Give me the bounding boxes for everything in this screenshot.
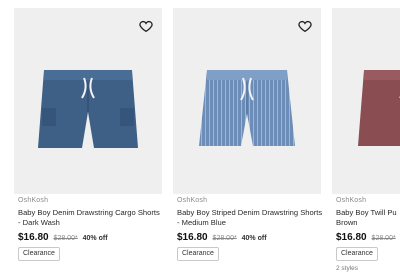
product-title[interactable]: Baby Boy Denim Drawstring Cargo Shorts -… — [18, 208, 164, 228]
product-brand: OshKosh — [18, 197, 49, 204]
original-price: $28.00* — [53, 235, 78, 242]
style-count[interactable]: 2 styles — [336, 265, 358, 272]
sale-price: $16.80 — [18, 232, 49, 243]
heart-outline-icon — [298, 20, 312, 33]
original-price: $28.00* — [371, 235, 396, 242]
clearance-badge: Clearance — [336, 247, 378, 261]
heart-outline-icon — [139, 20, 153, 33]
clearance-badge: Clearance — [177, 247, 219, 261]
wishlist-button[interactable] — [138, 18, 154, 34]
product-card[interactable]: OshKosh Baby Boy Denim Drawstring Cargo … — [14, 0, 162, 272]
product-card[interactable]: OshKosh Baby Boy Striped Denim Drawstrin… — [173, 0, 323, 272]
price-row: $16.80 $28.00* — [336, 232, 399, 243]
clearance-badge: Clearance — [18, 247, 60, 261]
discount-label: 40% off — [82, 235, 108, 242]
product-card[interactable]: OshKosh Baby Boy Twill Pu Brown $16.80 $… — [332, 0, 400, 272]
product-image[interactable] — [14, 8, 162, 194]
product-image[interactable] — [332, 8, 400, 194]
striped-denim-shorts-image — [199, 70, 295, 146]
twill-shorts-brown-image — [358, 70, 400, 146]
price-row: $16.80 $28.00* 40% off — [18, 232, 108, 243]
dark-wash-cargo-shorts-image — [38, 70, 138, 148]
product-title[interactable]: Baby Boy Striped Denim Drawstring Shorts… — [177, 208, 323, 228]
product-title-line1: Baby Boy Twill Pu — [336, 208, 397, 217]
sale-price: $16.80 — [336, 232, 367, 243]
discount-label: 40% off — [241, 235, 267, 242]
product-title-line2: Brown — [336, 218, 358, 227]
sale-price: $16.80 — [177, 232, 208, 243]
product-carousel: OshKosh Baby Boy Denim Drawstring Cargo … — [0, 0, 400, 272]
wishlist-button[interactable] — [297, 18, 313, 34]
product-brand: OshKosh — [336, 197, 367, 204]
product-image[interactable] — [173, 8, 321, 194]
original-price: $28.00* — [212, 235, 237, 242]
price-row: $16.80 $28.00* 40% off — [177, 232, 267, 243]
product-brand: OshKosh — [177, 197, 208, 204]
product-title[interactable]: Baby Boy Twill Pu Brown — [336, 208, 400, 228]
